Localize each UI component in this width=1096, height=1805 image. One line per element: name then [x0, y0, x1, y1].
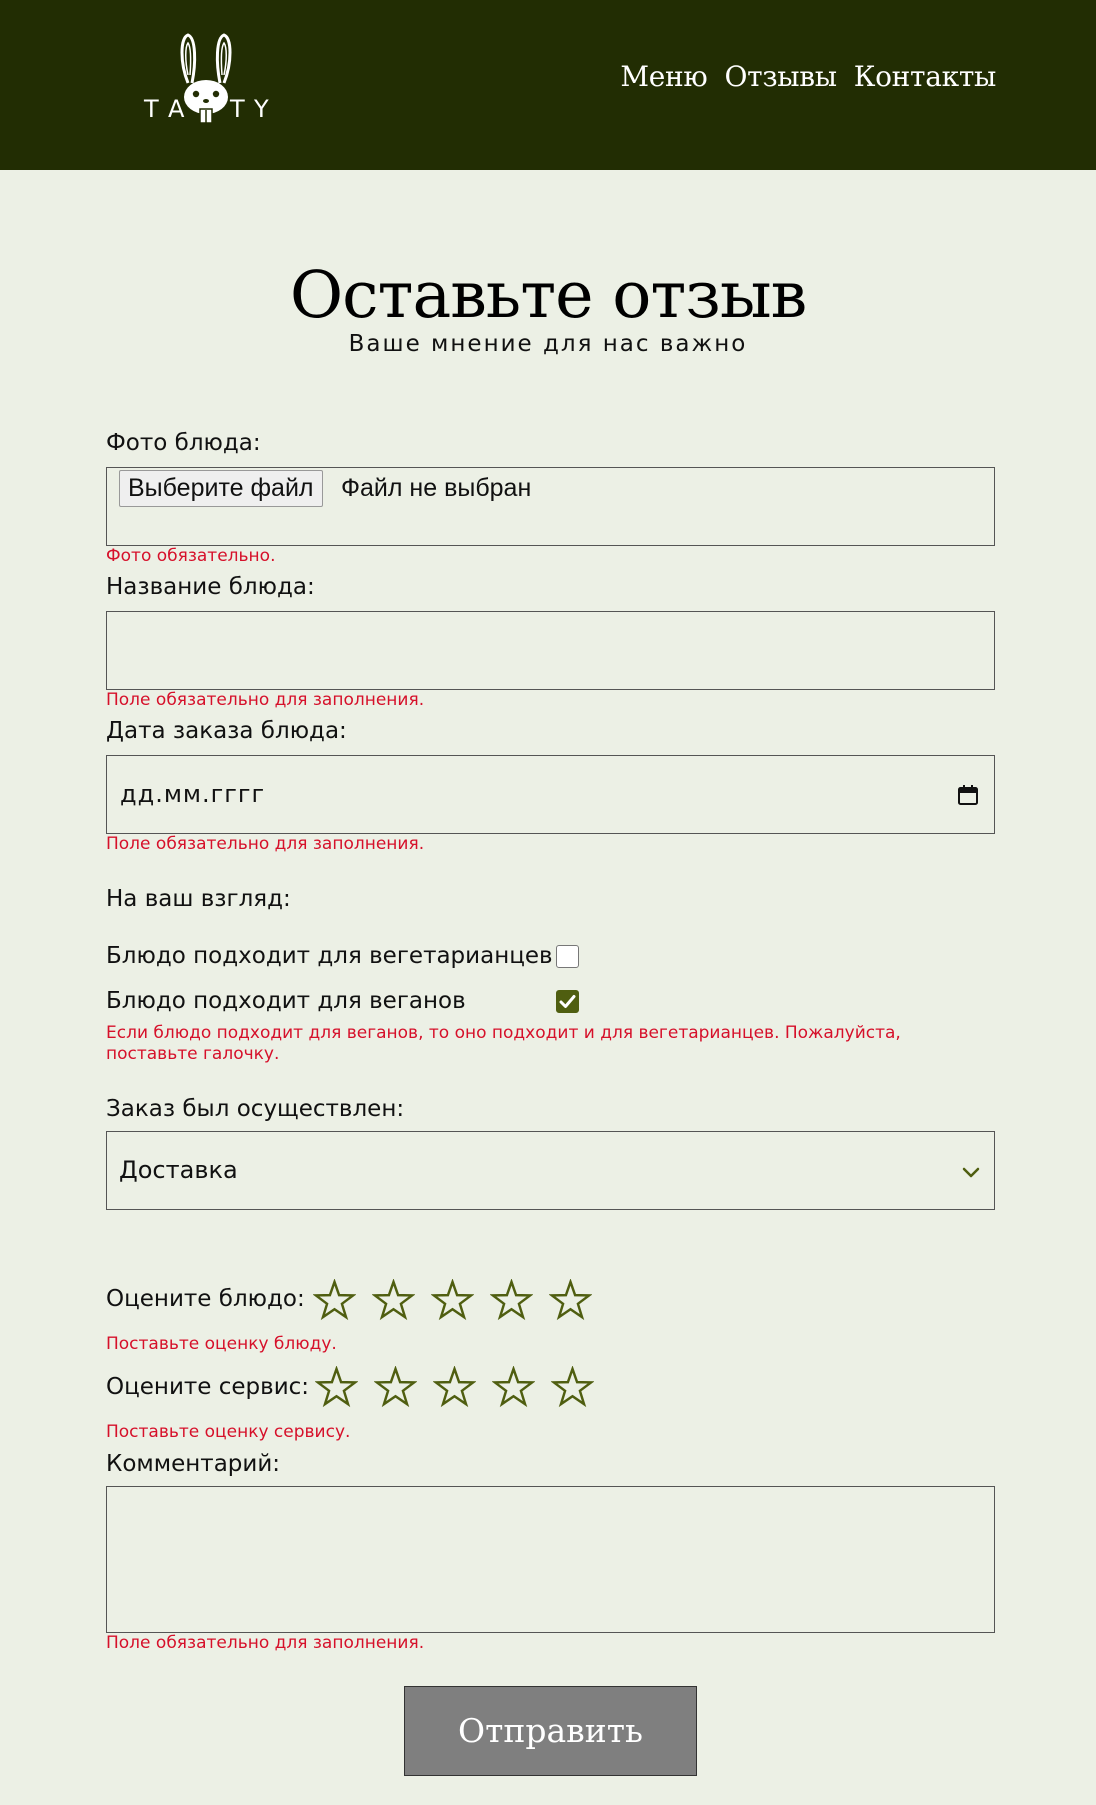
page-subtitle: Ваше мнение для нас важно	[348, 331, 748, 357]
service-star-4-icon[interactable]	[492, 1366, 535, 1409]
service-rating-error: Поставьте оценку сервису.	[106, 1422, 351, 1442]
dish-star-4-icon[interactable]	[490, 1279, 533, 1322]
vegan-label: Блюдо подходит для веганов	[106, 988, 466, 1014]
order-type-select[interactable]: Доставка	[106, 1131, 995, 1210]
chevron-down-icon	[962, 1167, 980, 1178]
page-title: Оставьте отзыв	[289, 258, 807, 333]
dish-name-input[interactable]	[106, 611, 995, 690]
service-star-3-icon[interactable]	[433, 1366, 476, 1409]
opinion-label: На ваш взгляд:	[106, 886, 291, 912]
dish-name-label: Название блюда:	[106, 574, 315, 600]
main-nav: Меню Отзывы Контакты	[620, 60, 996, 93]
dish-star-2-icon[interactable]	[372, 1279, 415, 1322]
submit-button[interactable]: Отправить	[404, 1686, 697, 1776]
photo-label: Фото блюда:	[106, 430, 261, 456]
dish-star-5-icon[interactable]	[549, 1279, 592, 1322]
svg-text:A: A	[168, 95, 185, 123]
comment-error: Поле обязательно для заполнения.	[106, 1633, 425, 1653]
vegetarian-label: Блюдо подходит для вегетарианцев	[106, 943, 553, 969]
logo-rabbit-icon: T A T Y	[143, 33, 269, 124]
comment-textarea[interactable]	[106, 1486, 995, 1633]
vegan-error: Если блюдо подходит для веганов, то оно …	[106, 1023, 901, 1064]
photo-error: Фото обязательно.	[106, 546, 276, 566]
dish-star-1-icon[interactable]	[313, 1279, 356, 1322]
service-rating-label: Оцените сервис:	[106, 1374, 310, 1400]
service-rating-stars	[315, 1366, 594, 1409]
comment-label: Комментарий:	[106, 1451, 281, 1477]
nav-menu-link[interactable]: Меню	[620, 60, 707, 93]
nav-contacts-link[interactable]: Контакты	[854, 60, 997, 93]
checkmark-icon	[559, 995, 576, 1008]
dish-name-error: Поле обязательно для заполнения.	[106, 690, 425, 710]
dish-rating-stars	[313, 1279, 592, 1322]
nav-reviews-link[interactable]: Отзывы	[724, 60, 837, 93]
order-type-selected: Доставка	[119, 1156, 238, 1184]
order-date-input[interactable]: дд.мм.гггг	[106, 755, 995, 834]
order-type-label: Заказ был осуществлен:	[106, 1096, 405, 1122]
service-star-5-icon[interactable]	[551, 1366, 594, 1409]
svg-text:Y: Y	[253, 95, 269, 123]
order-date-label: Дата заказа блюда:	[106, 718, 347, 744]
choose-file-button[interactable]: Выберите файл	[119, 470, 323, 507]
dish-star-3-icon[interactable]	[431, 1279, 474, 1322]
vegan-checkbox[interactable]	[556, 990, 579, 1013]
svg-text:T: T	[229, 95, 245, 123]
calendar-icon[interactable]	[956, 783, 980, 807]
service-star-1-icon[interactable]	[315, 1366, 358, 1409]
svg-text:T: T	[143, 95, 159, 123]
site-header: T A T Y Меню Отзывы Контакты	[0, 0, 1096, 170]
dish-rating-error: Поставьте оценку блюду.	[106, 1334, 337, 1354]
dish-rating-label: Оцените блюдо:	[106, 1286, 305, 1312]
file-status-text: Файл не выбран	[341, 474, 532, 502]
date-placeholder: дд.мм.гггг	[120, 780, 266, 808]
order-date-error: Поле обязательно для заполнения.	[106, 834, 425, 854]
vegetarian-checkbox[interactable]	[556, 945, 579, 968]
photo-file-input[interactable]: Выберите файл Файл не выбран	[106, 467, 995, 546]
service-star-2-icon[interactable]	[374, 1366, 417, 1409]
logo[interactable]: T A T Y	[140, 33, 276, 129]
